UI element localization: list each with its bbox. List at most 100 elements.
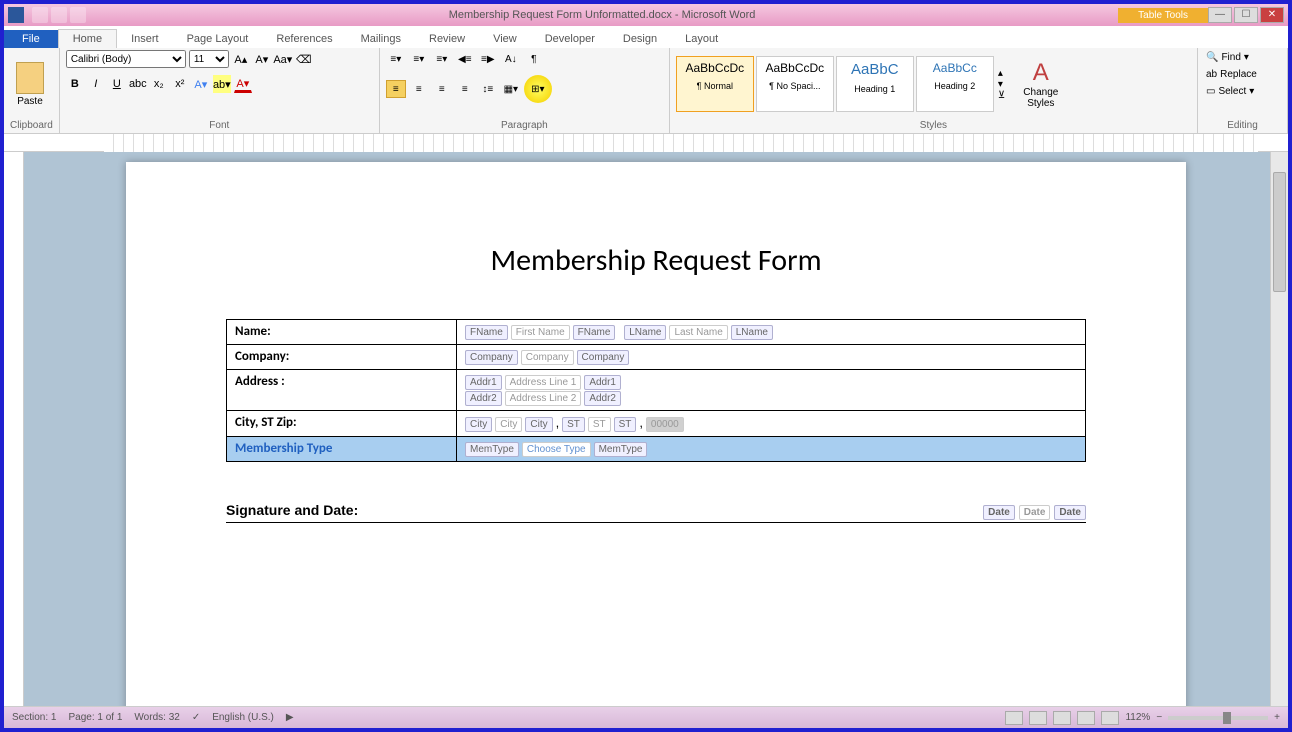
strike-button[interactable]: abc: [129, 75, 147, 93]
content-control-tag[interactable]: FName: [573, 325, 616, 340]
maximize-button[interactable]: ☐: [1234, 7, 1258, 23]
save-icon[interactable]: [32, 7, 48, 23]
font-size-select[interactable]: 11: [189, 50, 229, 68]
replace-button[interactable]: abReplace: [1204, 67, 1259, 82]
bullets-button[interactable]: ≡▾: [386, 50, 406, 68]
zoom-out-button[interactable]: −: [1156, 712, 1162, 723]
find-button[interactable]: 🔍Find▾: [1204, 50, 1251, 65]
content-control-placeholder[interactable]: Company: [521, 350, 574, 365]
align-left-button[interactable]: ≡: [386, 80, 406, 98]
change-styles-button[interactable]: A Change Styles: [1016, 59, 1066, 109]
zoom-level[interactable]: 112%: [1125, 712, 1150, 723]
content-control-tag[interactable]: City: [465, 417, 492, 432]
line-spacing-button[interactable]: ↕≡: [478, 80, 498, 98]
minimize-button[interactable]: —: [1208, 7, 1232, 23]
tab-view[interactable]: View: [479, 30, 531, 48]
zoom-slider[interactable]: [1168, 716, 1268, 720]
close-button[interactable]: ✕: [1260, 7, 1284, 23]
content-control-tag[interactable]: Addr1: [465, 375, 502, 390]
status-proofing-icon[interactable]: ✓: [192, 712, 200, 723]
content-control-tag[interactable]: LName: [731, 325, 773, 340]
redo-icon[interactable]: [70, 7, 86, 23]
content-control-tag[interactable]: Company: [577, 350, 630, 365]
file-tab[interactable]: File: [4, 30, 58, 48]
change-case-button[interactable]: Aa▾: [274, 50, 292, 68]
status-macro-icon[interactable]: ▶: [286, 712, 294, 723]
content-control-placeholder[interactable]: Address Line 2: [505, 391, 582, 406]
status-words[interactable]: Words: 32: [134, 712, 179, 723]
vertical-scrollbar[interactable]: [1270, 152, 1288, 706]
bold-button[interactable]: B: [66, 75, 84, 93]
tab-layout[interactable]: Layout: [671, 30, 732, 48]
content-control-tag[interactable]: Addr2: [465, 391, 502, 406]
underline-button[interactable]: U: [108, 75, 126, 93]
tab-mailings[interactable]: Mailings: [347, 30, 415, 48]
decrease-indent-button[interactable]: ◀≡: [455, 50, 475, 68]
increase-indent-button[interactable]: ≡▶: [478, 50, 498, 68]
superscript-button[interactable]: x²: [171, 75, 189, 93]
justify-button[interactable]: ≡: [455, 80, 475, 98]
font-name-select[interactable]: Calibri (Body): [66, 50, 186, 68]
tab-page-layout[interactable]: Page Layout: [173, 30, 263, 48]
styles-down-button[interactable]: ▾: [998, 79, 1012, 90]
numbering-button[interactable]: ≡▾: [409, 50, 429, 68]
content-control-placeholder[interactable]: ST: [588, 417, 611, 432]
paste-button[interactable]: Paste: [10, 62, 50, 107]
draft-view-button[interactable]: [1101, 711, 1119, 725]
content-control-placeholder[interactable]: 00000: [646, 417, 684, 432]
select-button[interactable]: ▭Select▾: [1204, 84, 1256, 99]
sort-button[interactable]: A↓: [501, 50, 521, 68]
borders-button[interactable]: ⊞▾: [524, 75, 552, 103]
status-page[interactable]: Page: 1 of 1: [68, 712, 122, 723]
status-language[interactable]: English (U.S.): [212, 712, 274, 723]
page[interactable]: Membership Request Form Name: FName Firs…: [126, 162, 1186, 706]
tab-design[interactable]: Design: [609, 30, 671, 48]
vertical-ruler[interactable]: [4, 152, 24, 706]
print-layout-view-button[interactable]: [1005, 711, 1023, 725]
outline-view-button[interactable]: [1077, 711, 1095, 725]
grow-font-button[interactable]: A▴: [232, 50, 250, 68]
content-control-placeholder[interactable]: Date: [1019, 505, 1051, 520]
content-control-tag[interactable]: ST: [614, 417, 637, 432]
subscript-button[interactable]: x₂: [150, 75, 168, 93]
fullscreen-view-button[interactable]: [1029, 711, 1047, 725]
shading-button[interactable]: ▦▾: [501, 80, 521, 98]
content-control-tag[interactable]: Company: [465, 350, 518, 365]
multilevel-button[interactable]: ≡▾: [432, 50, 452, 68]
content-control-tag[interactable]: ST: [562, 417, 585, 432]
content-control-placeholder[interactable]: Address Line 1: [505, 375, 582, 390]
content-control-tag[interactable]: Addr1: [584, 375, 621, 390]
tab-developer[interactable]: Developer: [531, 30, 609, 48]
align-right-button[interactable]: ≡: [432, 80, 452, 98]
content-control-tag[interactable]: City: [525, 417, 552, 432]
tab-references[interactable]: References: [262, 30, 346, 48]
show-marks-button[interactable]: ¶: [524, 50, 544, 68]
content-control-tag[interactable]: MemType: [594, 442, 648, 457]
tab-home[interactable]: Home: [58, 29, 117, 48]
styles-up-button[interactable]: ▴: [998, 68, 1012, 79]
content-control-placeholder[interactable]: First Name: [511, 325, 570, 340]
highlight-button[interactable]: ab▾: [213, 75, 231, 93]
align-center-button[interactable]: ≡: [409, 80, 429, 98]
content-control-placeholder[interactable]: Choose Type: [522, 442, 591, 457]
zoom-in-button[interactable]: +: [1274, 712, 1280, 723]
font-color-button[interactable]: A▾: [234, 75, 252, 93]
italic-button[interactable]: I: [87, 75, 105, 93]
content-control-tag[interactable]: FName: [465, 325, 508, 340]
style-heading1[interactable]: AaBbCHeading 1: [836, 56, 914, 112]
styles-more-button[interactable]: ⊻: [998, 90, 1012, 101]
text-effects-button[interactable]: A▾: [192, 75, 210, 93]
style-heading2[interactable]: AaBbCcHeading 2: [916, 56, 994, 112]
tab-insert[interactable]: Insert: [117, 30, 173, 48]
content-control-tag[interactable]: Addr2: [584, 391, 621, 406]
style-normal[interactable]: AaBbCcDc¶ Normal: [676, 56, 754, 112]
content-control-tag[interactable]: Date: [1054, 505, 1086, 520]
tab-review[interactable]: Review: [415, 30, 479, 48]
content-control-placeholder[interactable]: City: [495, 417, 522, 432]
undo-icon[interactable]: [51, 7, 67, 23]
shrink-font-button[interactable]: A▾: [253, 50, 271, 68]
content-control-placeholder[interactable]: Last Name: [669, 325, 727, 340]
style-no-spacing[interactable]: AaBbCcDc¶ No Spaci...: [756, 56, 834, 112]
horizontal-ruler[interactable]: [4, 134, 1288, 152]
web-layout-view-button[interactable]: [1053, 711, 1071, 725]
